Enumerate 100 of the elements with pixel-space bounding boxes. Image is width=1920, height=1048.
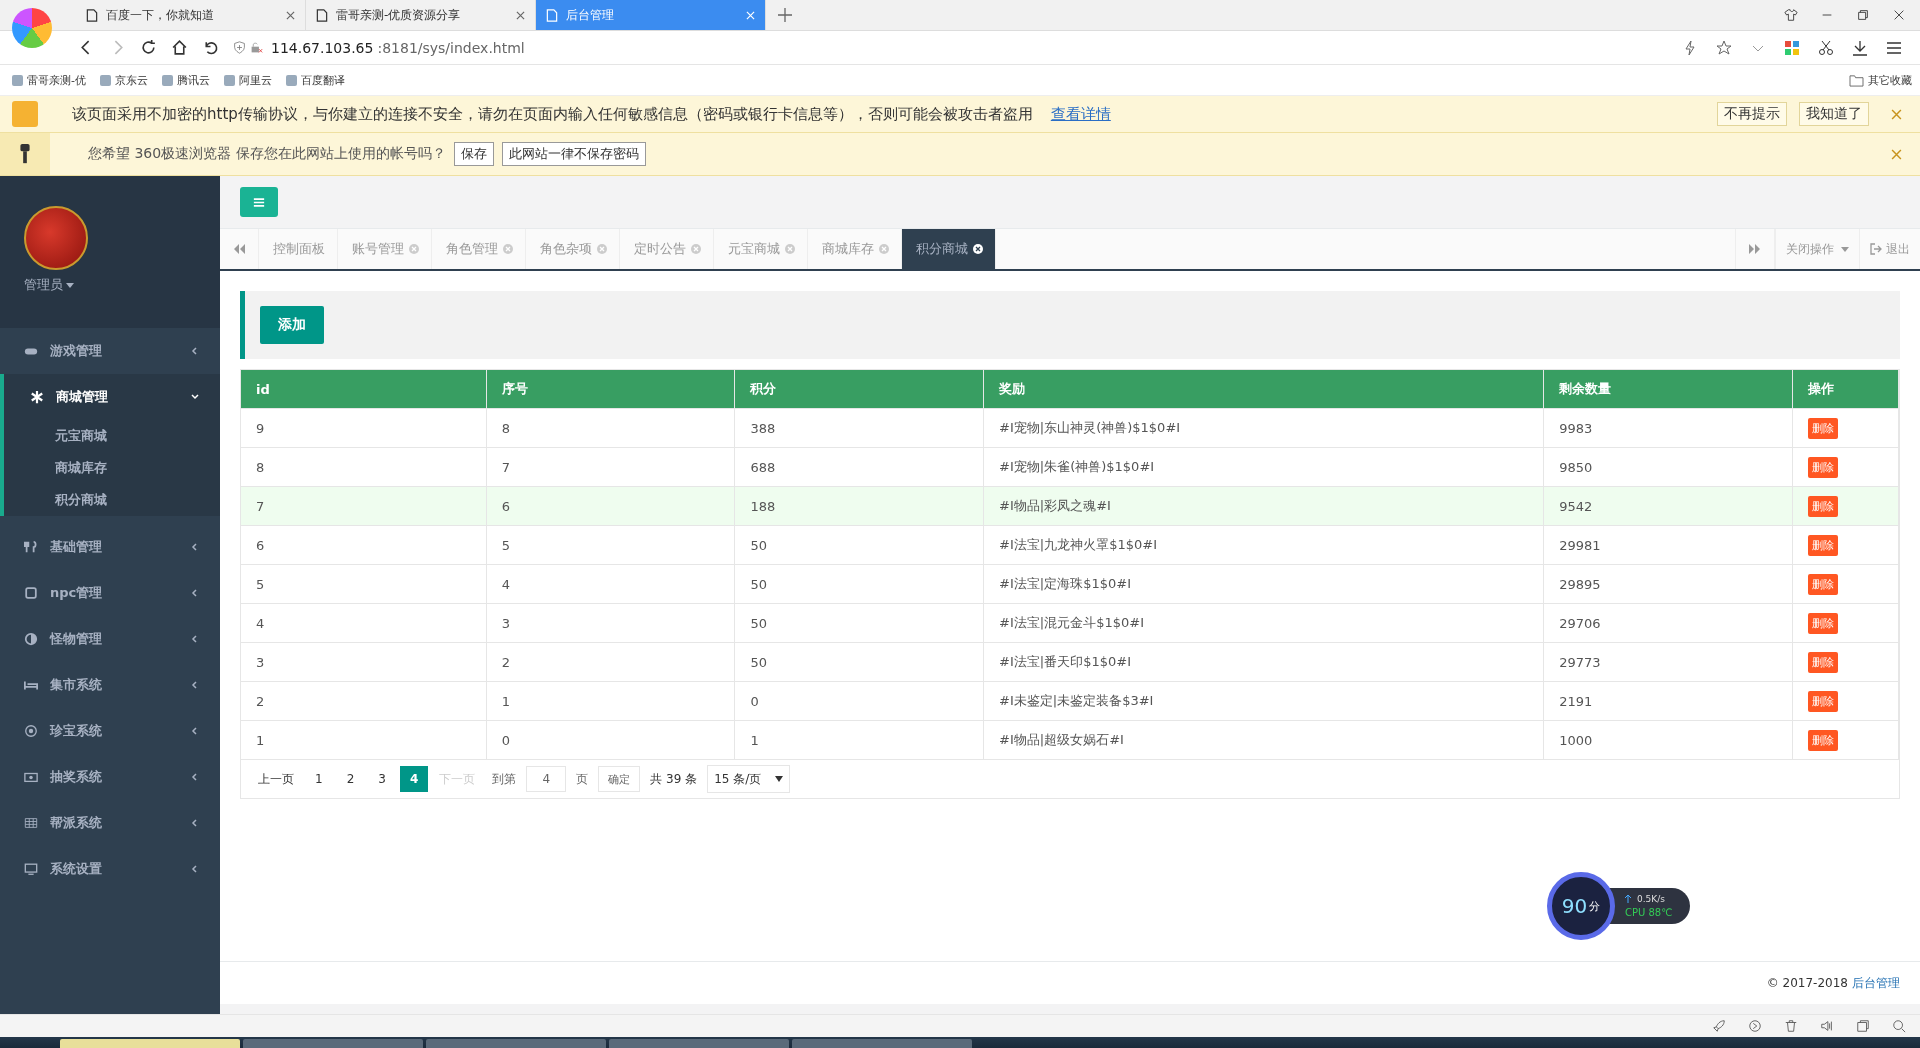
- caret-icon: [775, 776, 784, 782]
- browser-logo-icon[interactable]: [12, 8, 52, 48]
- bookmark-link[interactable]: 百度翻译: [286, 72, 345, 88]
- user-menu[interactable]: 管理员: [24, 276, 220, 294]
- download-icon[interactable]: [1852, 39, 1868, 56]
- page-number[interactable]: 1: [305, 766, 333, 792]
- table-cell: 188: [734, 486, 984, 526]
- menu-icon[interactable]: [1886, 39, 1902, 56]
- page-number[interactable]: 4: [399, 766, 429, 792]
- menu-toggle-button[interactable]: [240, 187, 278, 217]
- table-cell: #I法宝|混元金斗$1$0#I: [983, 603, 1544, 643]
- page-tab[interactable]: 角色杂项: [526, 229, 620, 269]
- page-number[interactable]: 2: [336, 766, 365, 792]
- scroll-right-icon[interactable]: [1735, 229, 1775, 269]
- cpu-temperature-text: CPU 88℃: [1625, 907, 1673, 918]
- lightning-icon[interactable]: [1682, 39, 1698, 56]
- password-button[interactable]: 此网站一律不保存密码: [501, 142, 646, 166]
- copyright-text: © 2017-2018: [1766, 976, 1848, 990]
- page-number-field[interactable]: 4: [526, 766, 567, 792]
- delete-button[interactable]: 删除: [1807, 534, 1838, 556]
- delete-button[interactable]: 删除: [1807, 651, 1838, 673]
- sidebar-item[interactable]: 系统设置: [0, 846, 220, 892]
- sidebar-subitem[interactable]: 元宝商城: [4, 420, 220, 452]
- bookmark-folder[interactable]: 其它收藏: [1849, 72, 1920, 88]
- sidebar-subitem[interactable]: 商城库存: [4, 452, 220, 484]
- table-cell: 50: [734, 642, 984, 682]
- browser-tab[interactable]: 百度一下，你就知道: [76, 0, 306, 30]
- delete-button[interactable]: 删除: [1807, 690, 1838, 712]
- sidebar-subitem[interactable]: 积分商城: [4, 484, 220, 516]
- search-icon[interactable]: [1892, 1019, 1906, 1033]
- restore-icon[interactable]: [1856, 8, 1870, 22]
- close-icon[interactable]: [1892, 8, 1906, 22]
- trash-icon[interactable]: [1784, 1019, 1798, 1033]
- page-tab[interactable]: 账号管理: [338, 229, 432, 269]
- password-button[interactable]: 保存: [453, 142, 494, 166]
- sidebar-item[interactable]: 珍宝系统: [0, 708, 220, 754]
- page-tab[interactable]: 积分商城: [902, 229, 996, 269]
- logout-icon: [1870, 243, 1882, 255]
- close-icon[interactable]: [516, 10, 525, 20]
- sidebar-item[interactable]: 帮派系统: [0, 800, 220, 846]
- footer-link[interactable]: 后台管理: [1852, 974, 1900, 992]
- delete-button[interactable]: 删除: [1807, 612, 1838, 634]
- address-field[interactable]: 114.67.103.65 :8181/sys/index.html: [233, 39, 1668, 56]
- delete-button[interactable]: 删除: [1807, 573, 1838, 595]
- chevron-left-icon: [190, 588, 200, 598]
- table-cell: 3: [241, 642, 487, 682]
- delete-button[interactable]: 删除: [1807, 417, 1838, 439]
- page-tab[interactable]: 定时公告: [620, 229, 714, 269]
- previous-page-link[interactable]: 上一页: [251, 766, 301, 792]
- avatar-icon: [24, 206, 88, 270]
- speaker-icon[interactable]: [1820, 1019, 1834, 1033]
- sidebar-item[interactable]: 商城管理: [4, 374, 220, 420]
- close-icon[interactable]: [973, 244, 983, 254]
- table-cell: 8: [486, 408, 735, 448]
- browser-tab[interactable]: 后台管理: [536, 0, 766, 30]
- page-tab[interactable]: 控制面板: [259, 229, 338, 269]
- warning-button[interactable]: 我知道了: [1799, 102, 1869, 126]
- star-icon[interactable]: [1716, 39, 1732, 56]
- sidebar-item[interactable]: 怪物管理: [0, 616, 220, 662]
- page-tab[interactable]: 元宝商城: [714, 229, 808, 269]
- sidebar-item[interactable]: 游戏管理: [0, 328, 220, 374]
- apps-grid-icon[interactable]: [1784, 39, 1800, 56]
- delete-button[interactable]: 删除: [1807, 495, 1838, 517]
- close-tabs-dropdown[interactable]: 关闭操作: [1775, 229, 1859, 269]
- window-icon[interactable]: [1856, 1019, 1870, 1033]
- rocket-icon[interactable]: [1712, 1019, 1726, 1033]
- bullseye-icon: [24, 724, 38, 738]
- sidebar-item[interactable]: 抽奖系统: [0, 754, 220, 800]
- upload-arrow-icon: [1625, 895, 1631, 903]
- page-size-select[interactable]: 15 条/页: [707, 765, 791, 793]
- details-link[interactable]: 查看详情: [1050, 104, 1111, 124]
- page-number[interactable]: 3: [368, 766, 396, 792]
- sidebar-item[interactable]: 基础管理: [0, 524, 220, 570]
- page-tab[interactable]: 角色管理: [432, 229, 526, 269]
- undo-icon[interactable]: [202, 39, 219, 56]
- unlocked-icon: [250, 41, 263, 54]
- bookmark-link[interactable]: 雷哥亲测-优: [12, 72, 86, 88]
- add-button[interactable]: 添加: [260, 306, 324, 344]
- table-cell: #I宠物|东山神灵(神兽)$1$0#I: [983, 408, 1544, 448]
- asterisk-icon: [30, 390, 44, 404]
- bookmark-link[interactable]: 腾讯云: [162, 72, 210, 88]
- delete-button[interactable]: 删除: [1807, 456, 1838, 478]
- column-header: 奖励: [983, 370, 1544, 409]
- reload-icon[interactable]: [140, 39, 157, 56]
- home-icon[interactable]: [171, 39, 188, 56]
- sidebar-item[interactable]: 集市系统: [0, 662, 220, 708]
- delete-button[interactable]: 删除: [1807, 729, 1838, 751]
- bookmark-link[interactable]: 阿里云: [224, 72, 272, 88]
- column-header: 序号: [486, 370, 735, 409]
- close-icon[interactable]: [286, 10, 295, 20]
- scissors-icon[interactable]: [1818, 39, 1834, 56]
- table-cell: 29773: [1543, 642, 1793, 682]
- table-cell: #I未鉴定|未鉴定装备$3#I: [983, 681, 1544, 721]
- confirm-button[interactable]: 确定: [598, 766, 641, 792]
- warning-button[interactable]: 不再提示: [1717, 102, 1787, 126]
- sidebar-item[interactable]: npc管理: [0, 570, 220, 616]
- bookmark-link[interactable]: 京东云: [100, 72, 148, 88]
- skin-icon[interactable]: [1784, 8, 1798, 22]
- logout-link[interactable]: 退出: [1859, 229, 1920, 269]
- new-tab-icon[interactable]: [778, 8, 792, 22]
